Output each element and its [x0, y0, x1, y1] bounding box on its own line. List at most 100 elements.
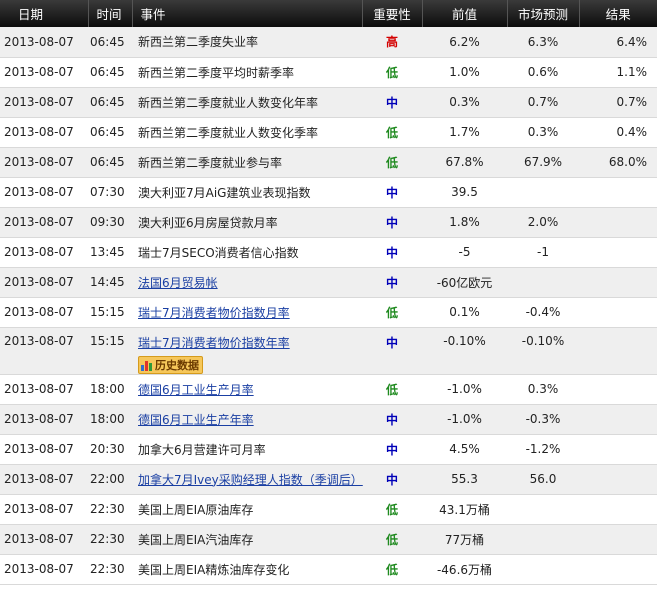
economic-calendar-table: 日期 时间 事件 重要性 前值 市场预测 结果 2013-08-07 06:45 新… — [0, 0, 657, 585]
time-cell: 14:45 — [88, 267, 132, 298]
table-row: 2013-08-07 14:45 法国6月贸易帐 中 -60亿欧元 — [0, 267, 657, 298]
result-value — [579, 237, 657, 268]
previous-value: 67.8% — [422, 147, 507, 178]
table-row: 2013-08-07 07:30 澳大利亚7月AiG建筑业表现指数 中 39.5 — [0, 177, 657, 208]
date-cell: 2013-08-07 — [0, 327, 88, 375]
date-cell: 2013-08-07 — [0, 434, 88, 465]
table-row: 2013-08-07 15:15 瑞士7月消费者物价指数月率 低 0.1% -0.4% — [0, 297, 657, 328]
date-cell: 2013-08-07 — [0, 524, 88, 555]
previous-value: 55.3 — [422, 464, 507, 495]
event-cell: 新西兰第二季度就业人数变化季率 — [132, 117, 362, 148]
event-name: 新西兰第二季度就业人数变化季率 — [138, 125, 319, 140]
result-value — [579, 297, 657, 328]
event-name: 美国上周EIA原油库存 — [138, 502, 254, 517]
header-forecast: 市场预测 — [506, 0, 579, 27]
table-row: 2013-08-07 18:00 德国6月工业生产月率 低 -1.0% 0.3% — [0, 374, 657, 405]
previous-value: -1.0% — [422, 374, 507, 405]
previous-value: -1.0% — [422, 404, 507, 435]
event-cell: 加拿大6月营建许可月率 — [132, 434, 362, 465]
event-link[interactable]: 瑞士7月消费者物价指数月率 — [138, 304, 290, 321]
table-row: 2013-08-07 06:45 新西兰第二季度就业人数变化季率 低 1.7% 0.3% 0… — [0, 117, 657, 148]
forecast-value: 0.3% — [507, 374, 579, 405]
importance-badge: 中 — [362, 404, 422, 435]
event-cell: 德国6月工业生产年率 — [132, 404, 362, 435]
result-value: 0.4% — [579, 117, 657, 148]
event-cell: 瑞士7月消费者物价指数月率 — [132, 297, 362, 328]
previous-value: -0.10% — [422, 327, 507, 375]
event-link[interactable]: 加拿大7月Ivey采购经理人指数（季调后） — [138, 471, 363, 488]
event-name: 新西兰第二季度就业人数变化年率 — [138, 95, 319, 110]
time-cell: 07:30 — [88, 177, 132, 208]
table-row: 2013-08-07 13:45 瑞士7月SECO消费者信心指数 中 -5 -1 — [0, 237, 657, 268]
forecast-value: -0.4% — [507, 297, 579, 328]
previous-value: 1.8% — [422, 207, 507, 238]
date-cell: 2013-08-07 — [0, 237, 88, 268]
importance-badge: 低 — [362, 117, 422, 148]
importance-badge: 中 — [362, 237, 422, 268]
date-cell: 2013-08-07 — [0, 177, 88, 208]
time-cell: 06:45 — [88, 27, 132, 58]
event-name: 新西兰第二季度平均时薪季率 — [138, 65, 295, 80]
event-link[interactable]: 德国6月工业生产月率 — [138, 381, 254, 398]
previous-value: -46.6万桶 — [422, 554, 507, 585]
header-event: 事件 — [131, 0, 362, 27]
forecast-value: 2.0% — [507, 207, 579, 238]
time-cell: 06:45 — [88, 147, 132, 178]
importance-badge: 中 — [362, 327, 422, 375]
previous-value: 1.7% — [422, 117, 507, 148]
header-date: 日期 — [0, 0, 88, 27]
importance-badge: 低 — [362, 297, 422, 328]
event-name: 澳大利亚6月房屋贷款月率 — [138, 215, 278, 230]
forecast-value — [507, 494, 579, 525]
history-data-label: 历史数据 — [155, 358, 199, 372]
forecast-value: 0.3% — [507, 117, 579, 148]
time-cell: 09:30 — [88, 207, 132, 238]
forecast-value: 56.0 — [507, 464, 579, 495]
forecast-value: -0.3% — [507, 404, 579, 435]
event-name: 新西兰第二季度失业率 — [138, 35, 259, 50]
previous-value: 0.1% — [422, 297, 507, 328]
time-cell: 06:45 — [88, 57, 132, 88]
event-cell: 美国上周EIA精炼油库存变化 — [132, 554, 362, 585]
table-row: 2013-08-07 22:00 加拿大7月Ivey采购经理人指数（季调后）中 55.… — [0, 464, 657, 495]
table-row: 2013-08-07 06:45 新西兰第二季度平均时薪季率 低 1.0% 0.6% 1.1… — [0, 57, 657, 88]
result-value — [579, 177, 657, 208]
event-cell: 加拿大7月Ivey采购经理人指数（季调后） — [132, 464, 363, 495]
time-cell: 06:45 — [88, 117, 132, 148]
table-row: 2013-08-07 15:15 瑞士7月消费者物价指数年率 历史数据中 -0.10% -… — [0, 327, 657, 375]
table-body: 2013-08-07 06:45 新西兰第二季度失业率高 6.2% 6.3% 6.4% 20… — [0, 27, 657, 585]
importance-badge: 低 — [362, 494, 422, 525]
result-value — [579, 464, 657, 495]
event-name: 澳大利亚7月AiG建筑业表现指数 — [138, 185, 311, 200]
event-link[interactable]: 德国6月工业生产年率 — [138, 411, 254, 428]
history-data-button[interactable]: 历史数据 — [138, 355, 203, 374]
bar-chart-icon — [141, 361, 152, 371]
time-cell: 13:45 — [88, 237, 132, 268]
importance-badge: 中 — [362, 207, 422, 238]
forecast-value — [507, 267, 579, 298]
result-value: 6.4% — [579, 27, 657, 58]
date-cell: 2013-08-07 — [0, 117, 88, 148]
header-importance: 重要性 — [361, 0, 422, 27]
time-cell: 15:15 — [88, 297, 132, 328]
result-value: 68.0% — [579, 147, 657, 178]
date-cell: 2013-08-07 — [0, 494, 88, 525]
event-name: 新西兰第二季度就业参与率 — [138, 155, 283, 170]
event-cell: 新西兰第二季度平均时薪季率 — [132, 57, 362, 88]
header-previous: 前值 — [421, 0, 507, 27]
forecast-value: 67.9% — [507, 147, 579, 178]
previous-value: 1.0% — [422, 57, 507, 88]
importance-badge: 高 — [362, 27, 422, 58]
table-row: 2013-08-07 22:30 美国上周EIA精炼油库存变化 低 -46.6万桶 — [0, 554, 657, 585]
forecast-value — [507, 524, 579, 555]
event-cell: 瑞士7月消费者物价指数年率历史数据 — [132, 327, 362, 375]
date-cell: 2013-08-07 — [0, 57, 88, 88]
forecast-value — [507, 554, 579, 585]
time-cell: 18:00 — [88, 404, 132, 435]
event-cell: 德国6月工业生产月率 — [132, 374, 362, 405]
event-link[interactable]: 法国6月贸易帐 — [138, 274, 218, 291]
forecast-value: 0.7% — [507, 87, 579, 118]
date-cell: 2013-08-07 — [0, 207, 88, 238]
importance-badge: 中 — [362, 87, 422, 118]
event-link[interactable]: 瑞士7月消费者物价指数年率 — [138, 334, 290, 351]
